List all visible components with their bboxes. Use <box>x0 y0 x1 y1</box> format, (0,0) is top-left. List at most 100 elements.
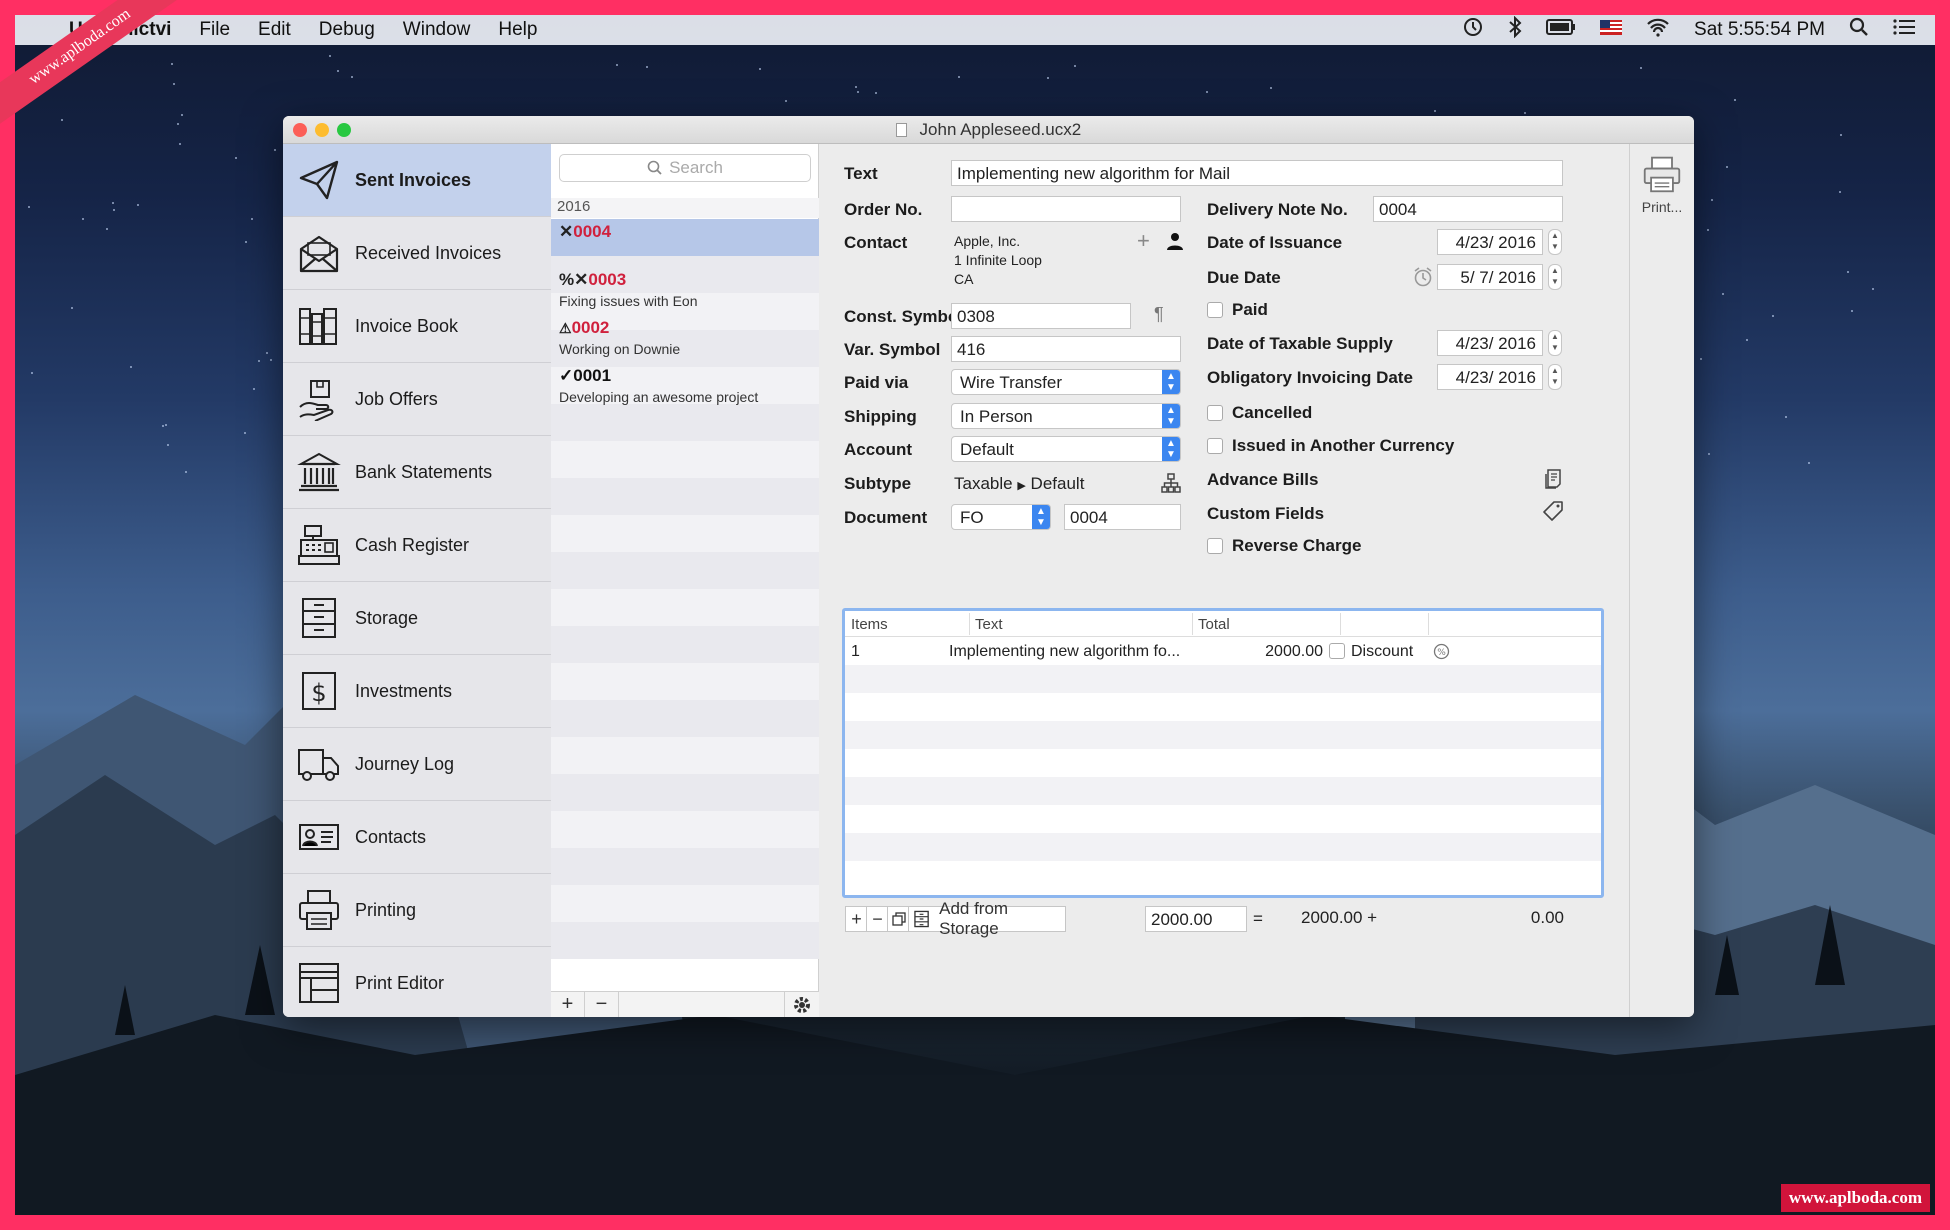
add-item-button[interactable]: + <box>845 906 867 932</box>
star <box>1785 416 1787 418</box>
cancelled-checkbox[interactable] <box>1207 405 1223 421</box>
delivery-note-field[interactable]: 0004 <box>1373 196 1563 222</box>
items-table[interactable]: Items Text Total 1 Implementing new algo… <box>842 608 1604 898</box>
bluetooth-icon[interactable] <box>1508 15 1522 44</box>
pilcrow-icon[interactable]: ¶ <box>1154 304 1164 325</box>
document-type-value: FO <box>960 508 984 527</box>
sidebar-item-investments[interactable]: $ Investments <box>283 655 551 728</box>
invoice-number: 0002 <box>571 318 610 337</box>
sidebar-item-bank-statements[interactable]: Bank Statements <box>283 436 551 509</box>
subtype-path[interactable]: Taxable ▶ Default <box>954 474 1084 494</box>
receipt-icon[interactable] <box>1543 468 1563 490</box>
menu-help[interactable]: Help <box>498 19 537 41</box>
document-number-field[interactable]: 0004 <box>1064 504 1181 530</box>
app-window: John Appleseed.ucx2 Sent Invoices Receiv… <box>283 116 1694 1017</box>
sidebar-item-job-offers[interactable]: Job Offers <box>283 363 551 436</box>
obligatory-date-stepper[interactable]: ▲ ▼ <box>1548 364 1562 390</box>
order-field[interactable] <box>951 196 1181 222</box>
star <box>179 143 181 145</box>
star <box>1808 462 1810 464</box>
add-contact-icon[interactable]: + <box>1137 228 1150 254</box>
duplicate-item-button[interactable] <box>887 906 909 932</box>
shipping-select[interactable]: In Person ▲ ▼ <box>951 403 1181 429</box>
star <box>167 444 169 446</box>
issuance-stepper[interactable]: ▲ ▼ <box>1548 229 1562 255</box>
reverse-charge-checkbox[interactable] <box>1207 538 1223 554</box>
us-flag-icon[interactable] <box>1600 19 1623 41</box>
remove-invoice-button[interactable]: − <box>585 991 619 1017</box>
var-symbol-field[interactable]: 416 <box>951 336 1181 362</box>
remove-item-button[interactable]: − <box>866 906 888 932</box>
column-header-text[interactable]: Text <box>975 616 1003 633</box>
spotlight-search-icon[interactable] <box>1849 17 1869 43</box>
sidebar-item-contacts[interactable]: Contacts <box>283 801 551 874</box>
column-header-total[interactable]: Total <box>1198 616 1230 633</box>
add-invoice-button[interactable]: + <box>551 991 585 1017</box>
sidebar-item-storage[interactable]: Storage <box>283 582 551 655</box>
time-machine-icon[interactable] <box>1462 16 1484 44</box>
sidebar-item-invoice-book[interactable]: Invoice Book <box>283 290 551 363</box>
list-item-invoice-0002[interactable]: ⚠0002 Working on Downie <box>551 318 819 357</box>
column-header-items[interactable]: Items <box>851 616 888 633</box>
paid-via-select[interactable]: Wire Transfer ▲ ▼ <box>951 369 1181 395</box>
const-symbol-field[interactable]: 0308 <box>951 303 1131 329</box>
person-icon[interactable] <box>1166 232 1184 250</box>
sidebar-item-cash-register[interactable]: Cash Register <box>283 509 551 582</box>
taxable-supply-date-field[interactable]: 4/23/ 2016 <box>1437 330 1543 356</box>
sidebar-item-journey-log[interactable]: Journey Log <box>283 728 551 801</box>
gear-icon[interactable] <box>785 992 819 1018</box>
list-item-invoice-0001[interactable]: ✓0001 Developing an awesome project <box>551 366 819 405</box>
star <box>1434 110 1436 112</box>
menu-debug[interactable]: Debug <box>319 19 375 41</box>
star <box>351 76 353 78</box>
issuance-date-field[interactable]: 4/23/ 2016 <box>1437 229 1543 255</box>
print-button[interactable]: Print... <box>1637 154 1687 215</box>
printer-icon <box>1643 156 1681 193</box>
discount-checkbox[interactable] <box>1329 643 1345 659</box>
table-row[interactable]: 1 Implementing new algorithm fo... 2000.… <box>845 637 1601 665</box>
star <box>270 359 272 361</box>
due-date-field[interactable]: 5/ 7/ 2016 <box>1437 264 1543 290</box>
list-item-invoice-0003[interactable]: %✕0003 Fixing issues with Eon <box>551 270 819 309</box>
text-field[interactable]: Implementing new algorithm for Mail <box>951 160 1563 186</box>
account-select[interactable]: Default ▲ ▼ <box>951 436 1181 462</box>
menu-file[interactable]: File <box>199 19 230 41</box>
wifi-icon[interactable] <box>1646 17 1670 43</box>
status-prefix: ✕ <box>559 222 574 241</box>
tag-icon[interactable] <box>1542 500 1564 522</box>
currency-checkbox[interactable] <box>1207 438 1223 454</box>
menu-window[interactable]: Window <box>403 19 471 41</box>
star <box>245 241 247 243</box>
sidebar-item-print-editor[interactable]: Print Editor <box>283 947 551 1017</box>
delivery-note-label: Delivery Note No. <box>1207 200 1348 219</box>
subtotal-field[interactable]: 2000.00 <box>1145 906 1247 932</box>
sidebar-item-sent-invoices[interactable]: Sent Invoices <box>283 144 551 217</box>
star <box>162 425 164 427</box>
sidebar-item-printing[interactable]: Printing <box>283 874 551 947</box>
star <box>1074 65 1076 67</box>
zoom-button[interactable] <box>337 123 351 137</box>
contact-address[interactable]: Apple, Inc. 1 Infinite Loop CA <box>954 232 1042 289</box>
due-date-stepper[interactable]: ▲ ▼ <box>1548 264 1562 290</box>
star <box>337 70 339 72</box>
minimize-button[interactable] <box>315 123 329 137</box>
notification-center-icon[interactable] <box>1893 18 1915 42</box>
obligatory-date-field[interactable]: 4/23/ 2016 <box>1437 364 1543 390</box>
hierarchy-icon[interactable] <box>1161 473 1181 493</box>
books-icon <box>299 308 337 345</box>
account-label: Account <box>844 440 912 459</box>
percent-circle-icon[interactable]: % <box>1433 643 1450 660</box>
contact-line: 1 Infinite Loop <box>954 252 1042 268</box>
paid-checkbox[interactable] <box>1207 302 1223 318</box>
clock-text[interactable]: Sat 5:55:54 PM <box>1694 19 1825 41</box>
search-field[interactable]: Search <box>559 154 811 182</box>
close-button[interactable] <box>293 123 307 137</box>
battery-icon[interactable] <box>1546 19 1576 41</box>
add-from-storage-button[interactable]: Add from Storage <box>908 899 1066 938</box>
list-item-invoice-0004[interactable]: ✕0004 <box>551 222 819 242</box>
taxable-supply-stepper[interactable]: ▲ ▼ <box>1548 330 1562 356</box>
document-type-select[interactable]: FO ▲ ▼ <box>951 504 1051 530</box>
alarm-clock-icon[interactable] <box>1412 266 1434 288</box>
menu-edit[interactable]: Edit <box>258 19 291 41</box>
sidebar-item-received-invoices[interactable]: Received Invoices <box>283 217 551 290</box>
